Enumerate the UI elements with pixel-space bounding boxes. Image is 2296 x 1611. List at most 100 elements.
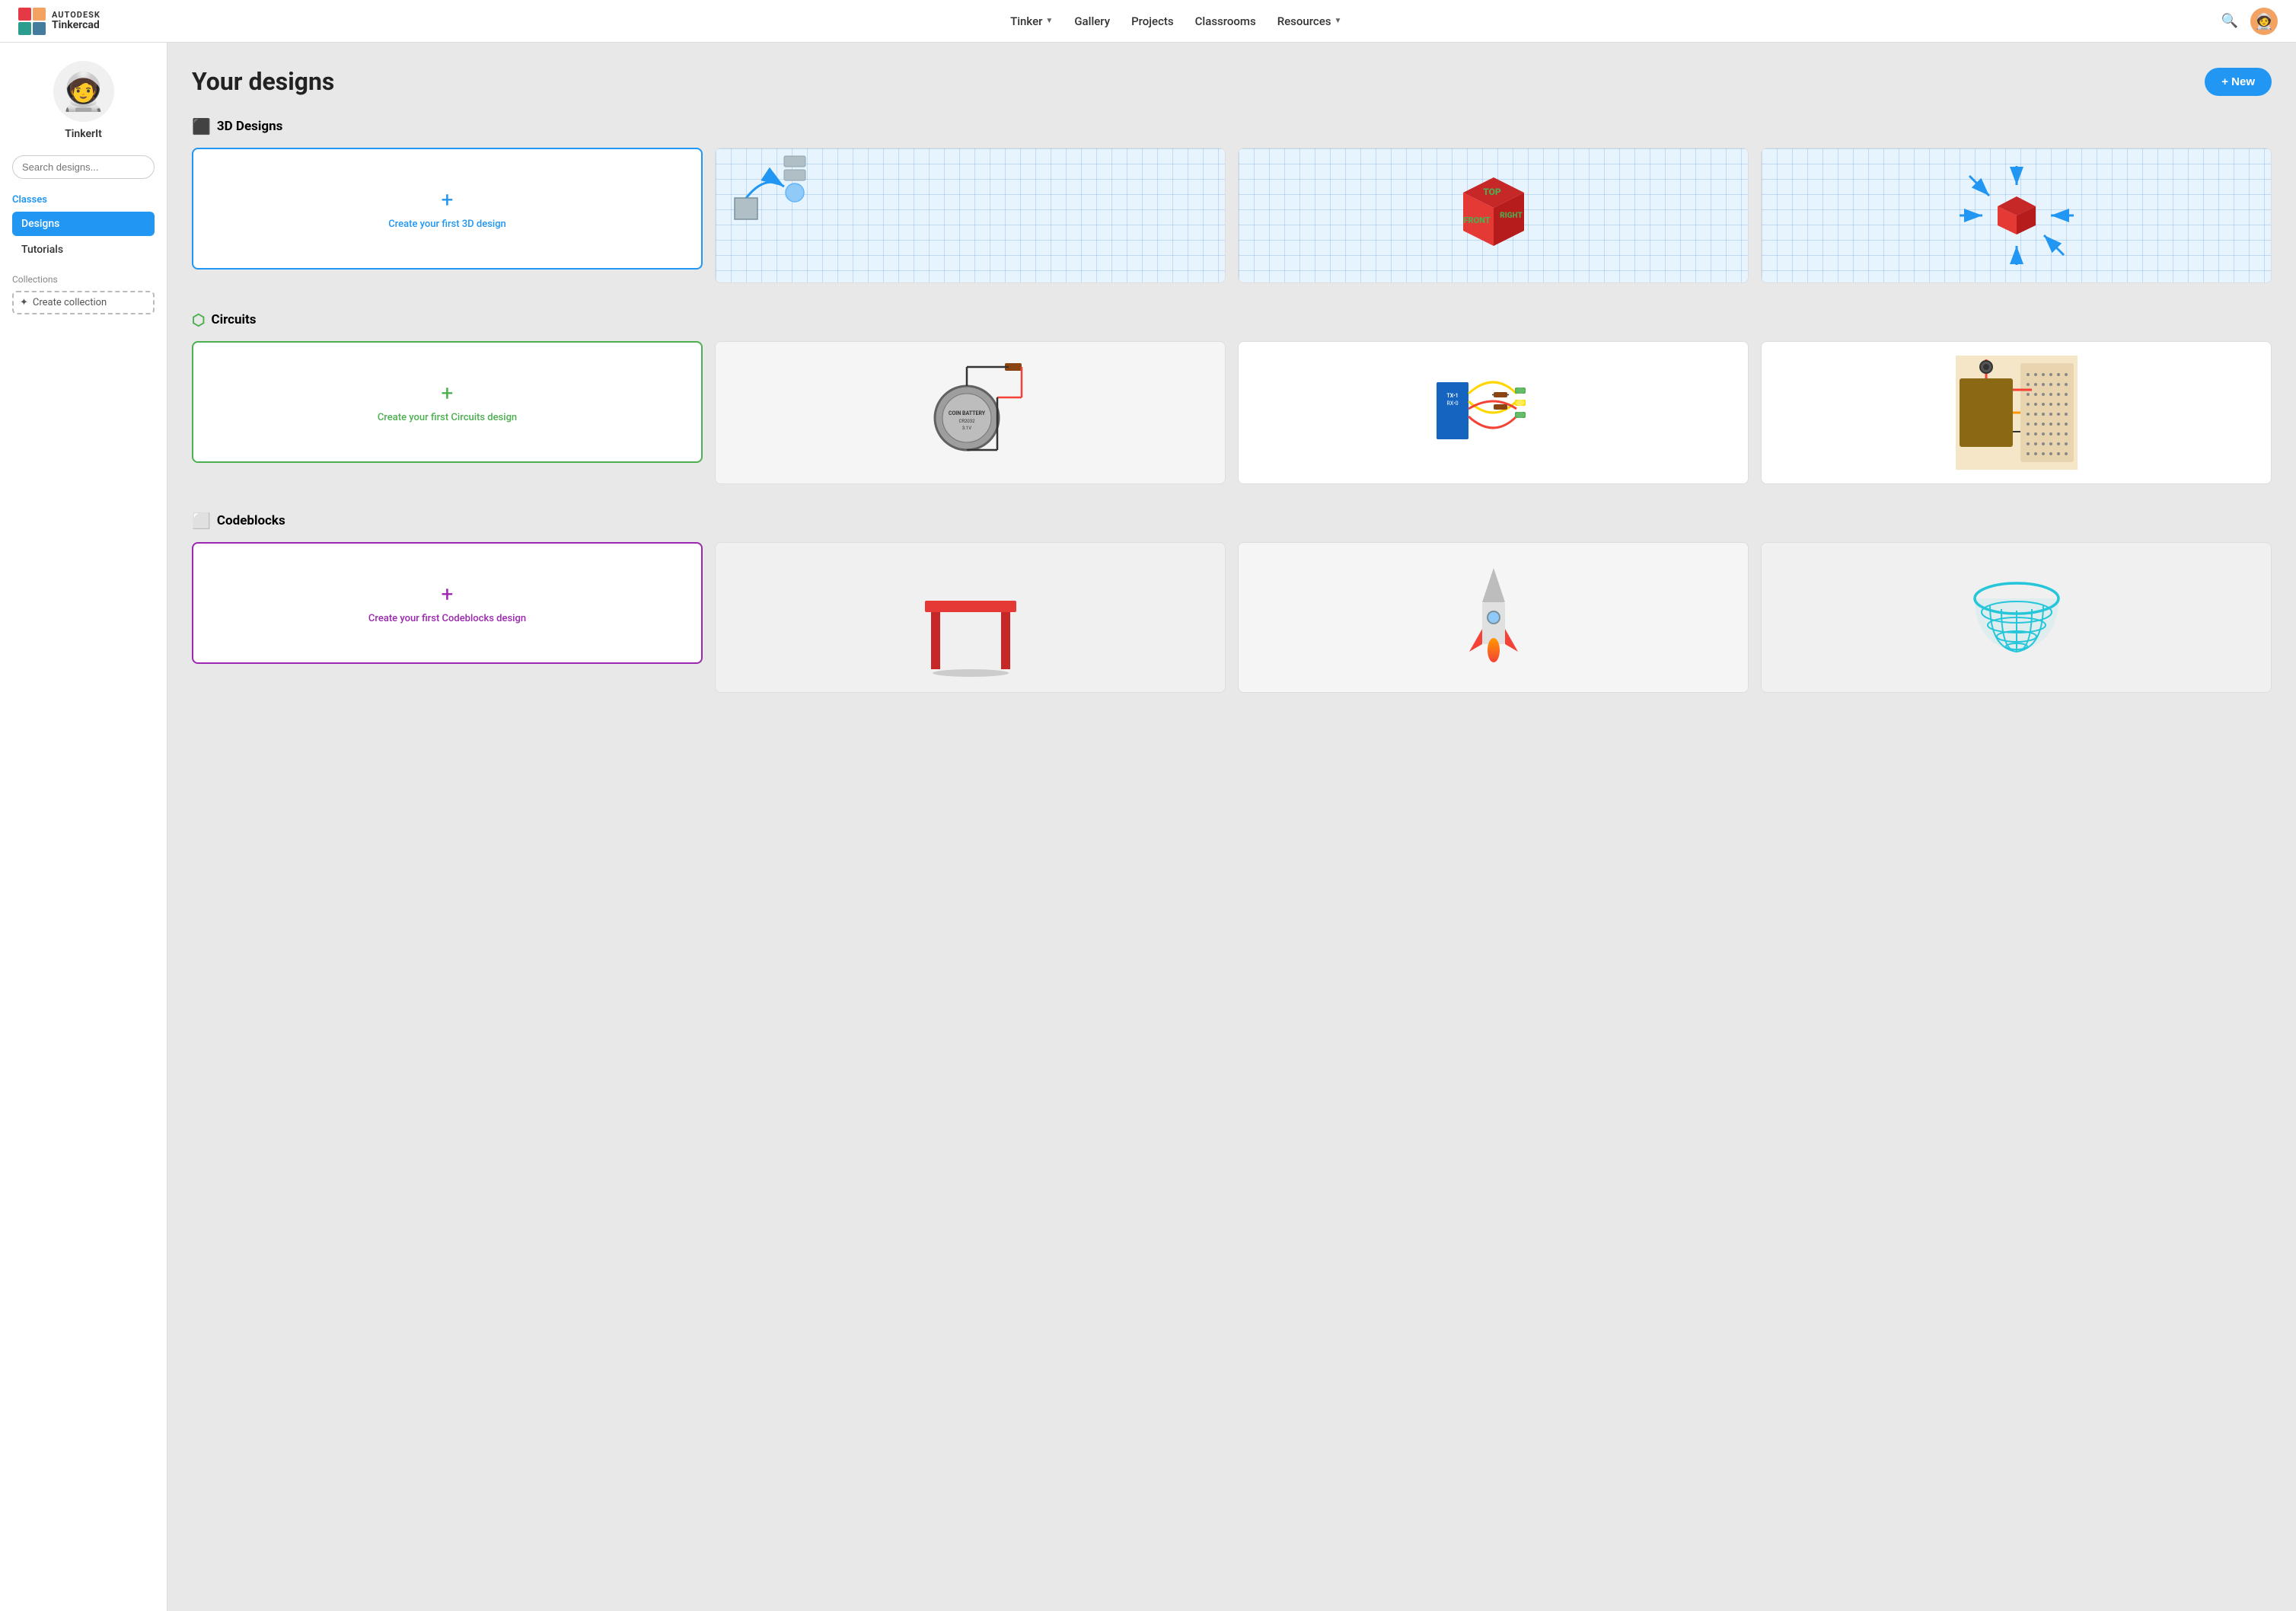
thumbnail-wiring <box>1762 342 2271 483</box>
collections-label: Collections <box>12 274 155 285</box>
create-codeblocks-label: Create your first Codeblocks design <box>359 613 535 624</box>
design-card-rocket[interactable]: Rocket to Mars <box>1238 542 1749 693</box>
app-layout: 🧑‍🚀 TinkerIt Classes Designs Tutorials C… <box>0 43 2296 1611</box>
thumbnail-editing: TX•1 RX•0 <box>1239 342 1748 483</box>
design-card-wiring[interactable]: Wiring Components <box>1761 341 2272 484</box>
plus-icon-circuits: + <box>442 381 454 406</box>
design-card-view-it[interactable]: TOP FRONT RIGHT View It TOP Front <box>1238 148 1749 283</box>
thumbnail-move-it <box>1762 148 2271 282</box>
design-card-editing[interactable]: TX•1 RX•0 <box>1238 341 1749 484</box>
create-circuits-card[interactable]: + Create your first Circuits design <box>192 341 703 463</box>
codeblocks-icon: ⬜ <box>192 512 211 530</box>
thumbnail-place-it <box>716 148 1225 282</box>
nav-item-resources[interactable]: Resources ▼ <box>1277 14 1342 28</box>
page-title: Your designs <box>192 67 334 96</box>
basket-svg <box>1963 568 2070 667</box>
wiring-svg <box>1956 356 2078 470</box>
thumbnail-view-it: TOP FRONT RIGHT <box>1239 148 1748 282</box>
codeblocks-design-grid: + Create your first Codeblocks design <box>192 542 2272 693</box>
svg-text:RX•0: RX•0 <box>1446 400 1458 407</box>
create-codeblocks-card[interactable]: + Create your first Codeblocks design <box>192 542 703 664</box>
card-label-move-it: Move It <box>1762 282 2271 283</box>
svg-text:FRONT: FRONT <box>1463 215 1490 225</box>
section-title-circuits: ⬡ Circuits <box>192 311 2272 329</box>
navbar-right: 🔍 🧑‍🚀 <box>2221 8 2278 35</box>
main-nav: Tinker ▼ Gallery Projects Classrooms Res… <box>131 14 2221 28</box>
svg-text:CR2032: CR2032 <box>958 419 975 424</box>
chevron-down-icon-2: ▼ <box>1334 17 1341 25</box>
user-avatar[interactable]: 🧑‍🚀 <box>53 61 114 122</box>
nav-item-projects[interactable]: Projects <box>1131 14 1174 28</box>
place-it-svg <box>716 148 807 240</box>
username-label: TinkerIt <box>65 128 102 140</box>
logo-tinkercad: Tinkercad <box>52 20 100 31</box>
avatar[interactable]: 🧑‍🚀 <box>2250 8 2278 35</box>
nav-item-classrooms[interactable]: Classrooms <box>1195 14 1256 28</box>
card-label-editing: Editing Components <box>1239 483 1748 484</box>
thumbnail-simulate: COIN BATTERY CR2032 3.1V <box>716 342 1225 483</box>
circuits-icon: ⬡ <box>192 311 205 329</box>
design-card-place-it[interactable]: Place It <box>715 148 1226 283</box>
3d-icon: ⬛ <box>192 117 211 136</box>
main-content: Your designs + New ⬛ 3D Designs + Create… <box>167 43 2296 1611</box>
section-title-codeblocks: ⬜ Codeblocks <box>192 512 2272 530</box>
plus-icon-3d: + <box>442 187 454 212</box>
logo-t <box>18 8 31 21</box>
svg-text:TOP: TOP <box>1483 187 1501 197</box>
svg-text:COIN BATTERY: COIN BATTERY <box>948 410 985 416</box>
brand-logo[interactable]: AUTODESK Tinkercad <box>18 8 100 35</box>
nav-item-tinker[interactable]: Tinker ▼ <box>1010 14 1053 28</box>
editing-svg: TX•1 RX•0 <box>1433 356 1555 470</box>
new-design-button[interactable]: + New <box>2205 68 2272 96</box>
search-icon[interactable]: 🔍 <box>2221 13 2238 29</box>
table-svg <box>917 570 1024 677</box>
create-collection-button[interactable]: ✦ Create collection <box>12 291 155 314</box>
simulate-svg: COIN BATTERY CR2032 3.1V <box>910 356 1032 470</box>
svg-text:RIGHT: RIGHT <box>1500 212 1523 220</box>
sidebar-item-tutorials[interactable]: Tutorials <box>12 238 155 262</box>
svg-text:3.1V: 3.1V <box>961 426 971 431</box>
section-title-3d: ⬛ 3D Designs <box>192 117 2272 136</box>
create-3d-card[interactable]: + Create your first 3D design <box>192 148 703 270</box>
chevron-down-icon: ▼ <box>1045 17 1053 25</box>
card-label-place-it: Place It <box>716 282 1225 283</box>
card-label-basket: Basket <box>1762 692 2271 693</box>
section-codeblocks: ⬜ Codeblocks + Create your first Codeblo… <box>192 512 2272 693</box>
design-card-move-it[interactable]: Move It <box>1761 148 2272 283</box>
page-header: Your designs + New <box>192 67 2272 96</box>
rocket-svg <box>1440 560 1547 675</box>
plus-icon-codeblocks: + <box>442 582 454 607</box>
card-label-wiring: Wiring Components <box>1762 483 2271 484</box>
card-label-view-it: View It TOP Front <box>1239 282 1748 283</box>
navbar: AUTODESK Tinkercad Tinker ▼ Gallery Proj… <box>0 0 2296 43</box>
thumbnail-rocket <box>1239 543 1748 692</box>
view-it-svg: TOP FRONT RIGHT <box>1440 166 1547 265</box>
sidebar-item-designs[interactable]: Designs <box>12 212 155 236</box>
plus-icon: ✦ <box>20 297 28 308</box>
card-label-simulate: Start Simulating <box>716 483 1225 484</box>
classes-label[interactable]: Classes <box>12 194 155 206</box>
design-card-basket[interactable]: Basket <box>1761 542 2272 693</box>
move-it-svg <box>1956 162 2078 269</box>
sidebar-user: 🧑‍🚀 TinkerIt <box>12 61 155 140</box>
search-input[interactable] <box>12 155 155 179</box>
logo-n <box>18 22 31 35</box>
card-label-table: Table <box>716 692 1225 693</box>
nav-item-gallery[interactable]: Gallery <box>1074 14 1110 28</box>
circuits-design-grid: + Create your first Circuits design COIN… <box>192 341 2272 484</box>
section-circuits: ⬡ Circuits + Create your first Circuits … <box>192 311 2272 484</box>
design-card-table[interactable]: Table <box>715 542 1226 693</box>
logo-i <box>33 8 46 21</box>
thumbnail-table <box>716 543 1225 692</box>
card-label-rocket: Rocket to Mars <box>1239 692 1748 693</box>
sidebar: 🧑‍🚀 TinkerIt Classes Designs Tutorials C… <box>0 43 167 1611</box>
svg-text:TX•1: TX•1 <box>1446 393 1458 399</box>
logo-k <box>33 22 46 35</box>
section-3d: ⬛ 3D Designs + Create your first 3D desi… <box>192 117 2272 283</box>
create-circuits-label: Create your first Circuits design <box>368 412 526 423</box>
design-card-simulate[interactable]: COIN BATTERY CR2032 3.1V <box>715 341 1226 484</box>
logo-text: AUTODESK Tinkercad <box>52 11 100 31</box>
3d-design-grid: + Create your first 3D design <box>192 148 2272 283</box>
logo-grid <box>18 8 46 35</box>
create-3d-label: Create your first 3D design <box>379 219 515 230</box>
